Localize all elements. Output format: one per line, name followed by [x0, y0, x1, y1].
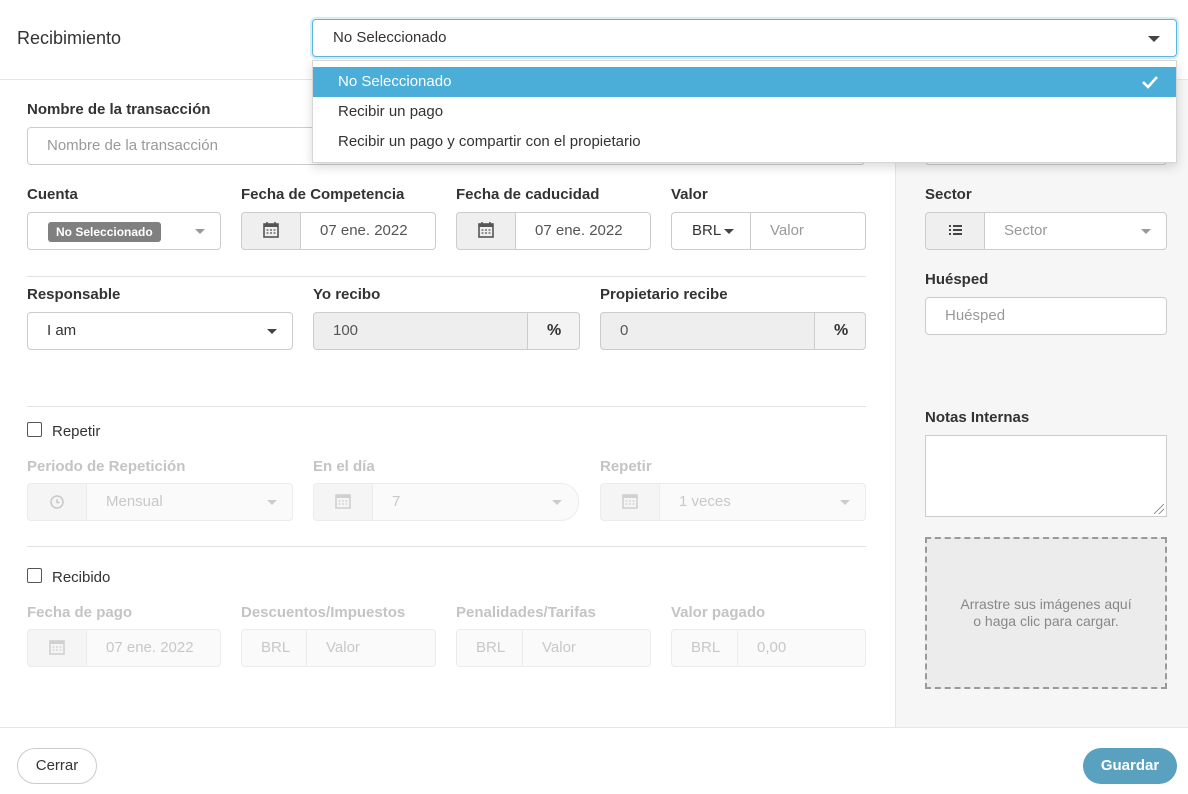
sector-placeholder: Sector [1004, 222, 1048, 239]
percent-symbol: % [547, 322, 562, 339]
calendar-icon [27, 629, 87, 667]
divider [27, 406, 866, 407]
repeat-day-label: En el día [313, 458, 375, 475]
amount-input[interactable]: Valor [750, 212, 866, 250]
penalties-currency: BRL [456, 629, 523, 667]
repeat-times-value: 1 veces [679, 493, 731, 510]
repeat-label: Repetir [52, 423, 101, 440]
percent-symbol: % [834, 322, 849, 339]
repeat-period-label: Periodo de Repetición [27, 458, 186, 475]
chevron-down-icon [1141, 229, 1151, 234]
responsible-select[interactable]: I am [27, 312, 293, 350]
chevron-down-icon [840, 500, 850, 505]
competence-date-input[interactable]: 07 ene. 2022 [300, 212, 436, 250]
account-badge: No Seleccionado [48, 222, 161, 242]
competence-date-label: Fecha de Competencia [241, 186, 405, 203]
due-date-label: Fecha de caducidad [456, 186, 600, 203]
amount-label: Valor [671, 186, 708, 203]
responsible-value: I am [47, 322, 77, 339]
percent-addon: % [527, 312, 580, 350]
divider [27, 546, 866, 547]
received-checkbox[interactable] [27, 568, 42, 583]
option-recibir-pago[interactable]: Recibir un pago [313, 97, 1176, 127]
resize-handle-icon[interactable] [1154, 504, 1164, 514]
sector-select[interactable]: Sector [984, 212, 1167, 250]
transaction-type-value: No Seleccionado [333, 29, 447, 46]
sector-label: Sector [925, 186, 972, 203]
repeat-times-label: Repetir [600, 458, 652, 475]
guest-input[interactable]: Huésped [925, 297, 1167, 335]
paid-currency: BRL [671, 629, 738, 667]
divider [27, 276, 866, 277]
payment-date-input: 07 ene. 2022 [86, 629, 221, 667]
transaction-modal: Recibimiento No Seleccionado No Seleccio… [0, 0, 1188, 794]
currency-select[interactable]: BRL [671, 212, 751, 250]
paid-amount-label: Valor pagado [671, 604, 766, 621]
transaction-type-dropdown: No Seleccionado Recibir un pago Recibir … [312, 60, 1177, 163]
option-no-seleccionado[interactable]: No Seleccionado [313, 67, 1176, 97]
owner-receives-input[interactable]: 0 [600, 312, 815, 350]
calendar-icon[interactable] [241, 212, 301, 250]
i-receive-input[interactable]: 100 [313, 312, 528, 350]
option-recibir-pago-compartir[interactable]: Recibir un pago y compartir con el propi… [313, 127, 1176, 157]
payment-date-label: Fecha de pago [27, 604, 133, 621]
discounts-currency: BRL [241, 629, 307, 667]
save-button[interactable]: Guardar [1083, 748, 1177, 784]
chevron-down-icon [724, 229, 734, 234]
option-label: Recibir un pago [338, 103, 444, 120]
repeat-checkbox[interactable] [27, 422, 42, 437]
dropzone-text: Arrastre sus imágenes aquí o haga clic p… [960, 596, 1132, 629]
modal-title: Recibimiento [17, 28, 122, 48]
percent-addon: % [814, 312, 866, 350]
paid-amount-input: 0,00 [737, 629, 866, 667]
transaction-type-select[interactable]: No Seleccionado [312, 19, 1177, 57]
due-date-input[interactable]: 07 ene. 2022 [515, 212, 651, 250]
currency-value: BRL [692, 222, 722, 239]
chevron-down-icon [267, 329, 277, 334]
calendar-icon[interactable] [456, 212, 516, 250]
account-select[interactable]: No Seleccionado [27, 212, 221, 250]
owner-receives-label: Propietario recibe [600, 286, 728, 303]
chevron-down-icon [267, 500, 277, 505]
repeat-day-select: 7 [372, 483, 579, 521]
option-label: No Seleccionado [338, 73, 452, 90]
close-button[interactable]: Cerrar [17, 748, 97, 784]
received-label: Recibido [52, 569, 111, 586]
repeat-period-value: Mensual [106, 493, 163, 510]
list-icon [925, 212, 985, 250]
calendar-icon [600, 483, 660, 521]
repeat-times-select: 1 veces [659, 483, 866, 521]
check-icon [1142, 67, 1158, 97]
calendar-icon [313, 483, 373, 521]
transaction-name-label: Nombre de la transacción [27, 101, 211, 118]
guest-label: Huésped [925, 271, 989, 288]
chevron-down-icon [1148, 36, 1160, 42]
i-receive-label: Yo recibo [313, 286, 381, 303]
notes-label: Notas Internas [925, 409, 1030, 426]
image-dropzone[interactable]: Arrastre sus imágenes aquí o haga clic p… [925, 537, 1167, 689]
discounts-label: Descuentos/Impuestos [241, 604, 406, 621]
chevron-down-icon [552, 500, 562, 505]
clock-icon [27, 483, 87, 521]
notes-textarea[interactable] [925, 435, 1167, 517]
repeat-day-value: 7 [392, 493, 401, 510]
repeat-period-select: Mensual [86, 483, 293, 521]
responsible-label: Responsable [27, 286, 121, 303]
discounts-input: Valor [306, 629, 436, 667]
chevron-down-icon [195, 229, 205, 234]
penalties-input: Valor [522, 629, 651, 667]
option-label: Recibir un pago y compartir con el propi… [338, 133, 641, 150]
penalties-label: Penalidades/Tarifas [456, 604, 596, 621]
account-label: Cuenta [27, 186, 78, 203]
modal-footer: Cerrar Guardar [0, 727, 1188, 794]
